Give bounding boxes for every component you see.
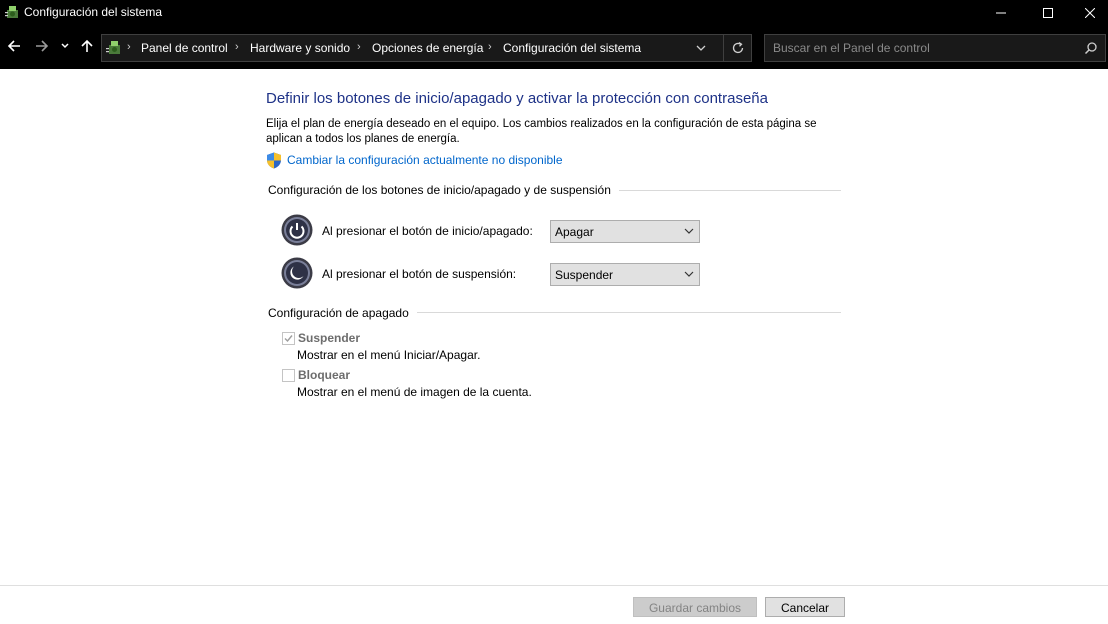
control-panel-icon [106,41,120,54]
lock-option-label: Bloquear [298,368,351,382]
forward-button[interactable] [34,38,52,56]
chevron-down-icon [61,43,69,49]
breadcrumb-panel-de-control[interactable]: Panel de control [141,41,228,55]
breadcrumb-configuracion-del-sistema[interactable]: Configuración del sistema [503,41,641,55]
close-icon [1084,7,1095,18]
minimize-icon [996,12,1006,13]
suspend-option-description: Mostrar en el menú Iniciar/Apagar. [297,348,481,362]
back-button[interactable] [6,38,24,56]
close-button[interactable] [1071,0,1108,25]
chevron-down-icon [684,228,694,234]
breadcrumb-separator[interactable]: › [357,41,361,53]
sleep-button-label: Al presionar el botón de suspensión: [322,267,517,281]
recent-locations-button[interactable] [60,38,74,56]
arrow-left-icon [7,40,20,52]
window-title: Configuración del sistema [24,5,163,19]
lock-option-description: Mostrar en el menú de imagen de la cuent… [297,385,532,399]
save-changes-button[interactable]: Guardar cambios [633,597,757,617]
footer-divider [0,585,1108,586]
arrow-up-icon [81,39,93,52]
breadcrumb-separator[interactable]: › [235,41,239,53]
power-options-icon [5,6,18,18]
address-bar[interactable]: › Panel de control › Hardware y sonido ›… [101,34,752,62]
breadcrumb-separator[interactable]: › [127,41,131,53]
cancel-button[interactable]: Cancelar [765,597,845,617]
buttons-section-title: Configuración de los botones de inicio/a… [268,183,619,197]
maximize-icon [1043,7,1053,18]
up-button[interactable] [79,38,97,56]
search-icon[interactable] [1084,41,1098,55]
power-button-icon [281,214,313,246]
search-input[interactable]: Buscar en el Panel de control [764,34,1106,62]
refresh-button[interactable] [723,35,752,61]
sleep-button-action-value: Suspender [555,268,614,282]
navigation-bar: › Panel de control › Hardware y sonido ›… [0,25,1108,69]
page-title: Definir los botones de inicio/apagado y … [266,90,768,107]
power-button-action-value: Apagar [555,225,594,239]
maximize-button[interactable] [1025,0,1071,25]
uac-shield-icon [267,152,281,169]
breadcrumb-separator[interactable]: › [488,41,492,53]
chevron-down-icon [684,271,694,277]
breadcrumb-hardware-y-sonido[interactable]: Hardware y sonido [250,41,350,55]
power-button-label: Al presionar el botón de inicio/apagado: [322,224,533,238]
breadcrumb-opciones-de-energia[interactable]: Opciones de energía [372,41,483,55]
power-button-action-select[interactable]: Apagar [550,220,700,243]
change-unavailable-settings-link[interactable]: Cambiar la configuración actualmente no … [287,153,563,167]
minimize-button[interactable] [978,0,1024,25]
search-placeholder: Buscar en el Panel de control [773,41,930,55]
refresh-icon [732,41,744,54]
suspend-checkbox[interactable] [282,332,295,345]
suspend-option-label: Suspender [298,331,361,345]
page-description: Elija el plan de energía deseado en el e… [266,118,817,145]
lock-checkbox[interactable] [282,369,295,382]
arrow-right-icon [36,40,49,52]
title-bar: Configuración del sistema [0,0,1108,25]
sleep-button-action-select[interactable]: Suspender [550,263,700,286]
sleep-button-icon [281,257,313,289]
chevron-down-icon[interactable] [694,41,708,55]
checkmark-icon [284,335,293,343]
shutdown-section-title: Configuración de apagado [268,306,417,320]
